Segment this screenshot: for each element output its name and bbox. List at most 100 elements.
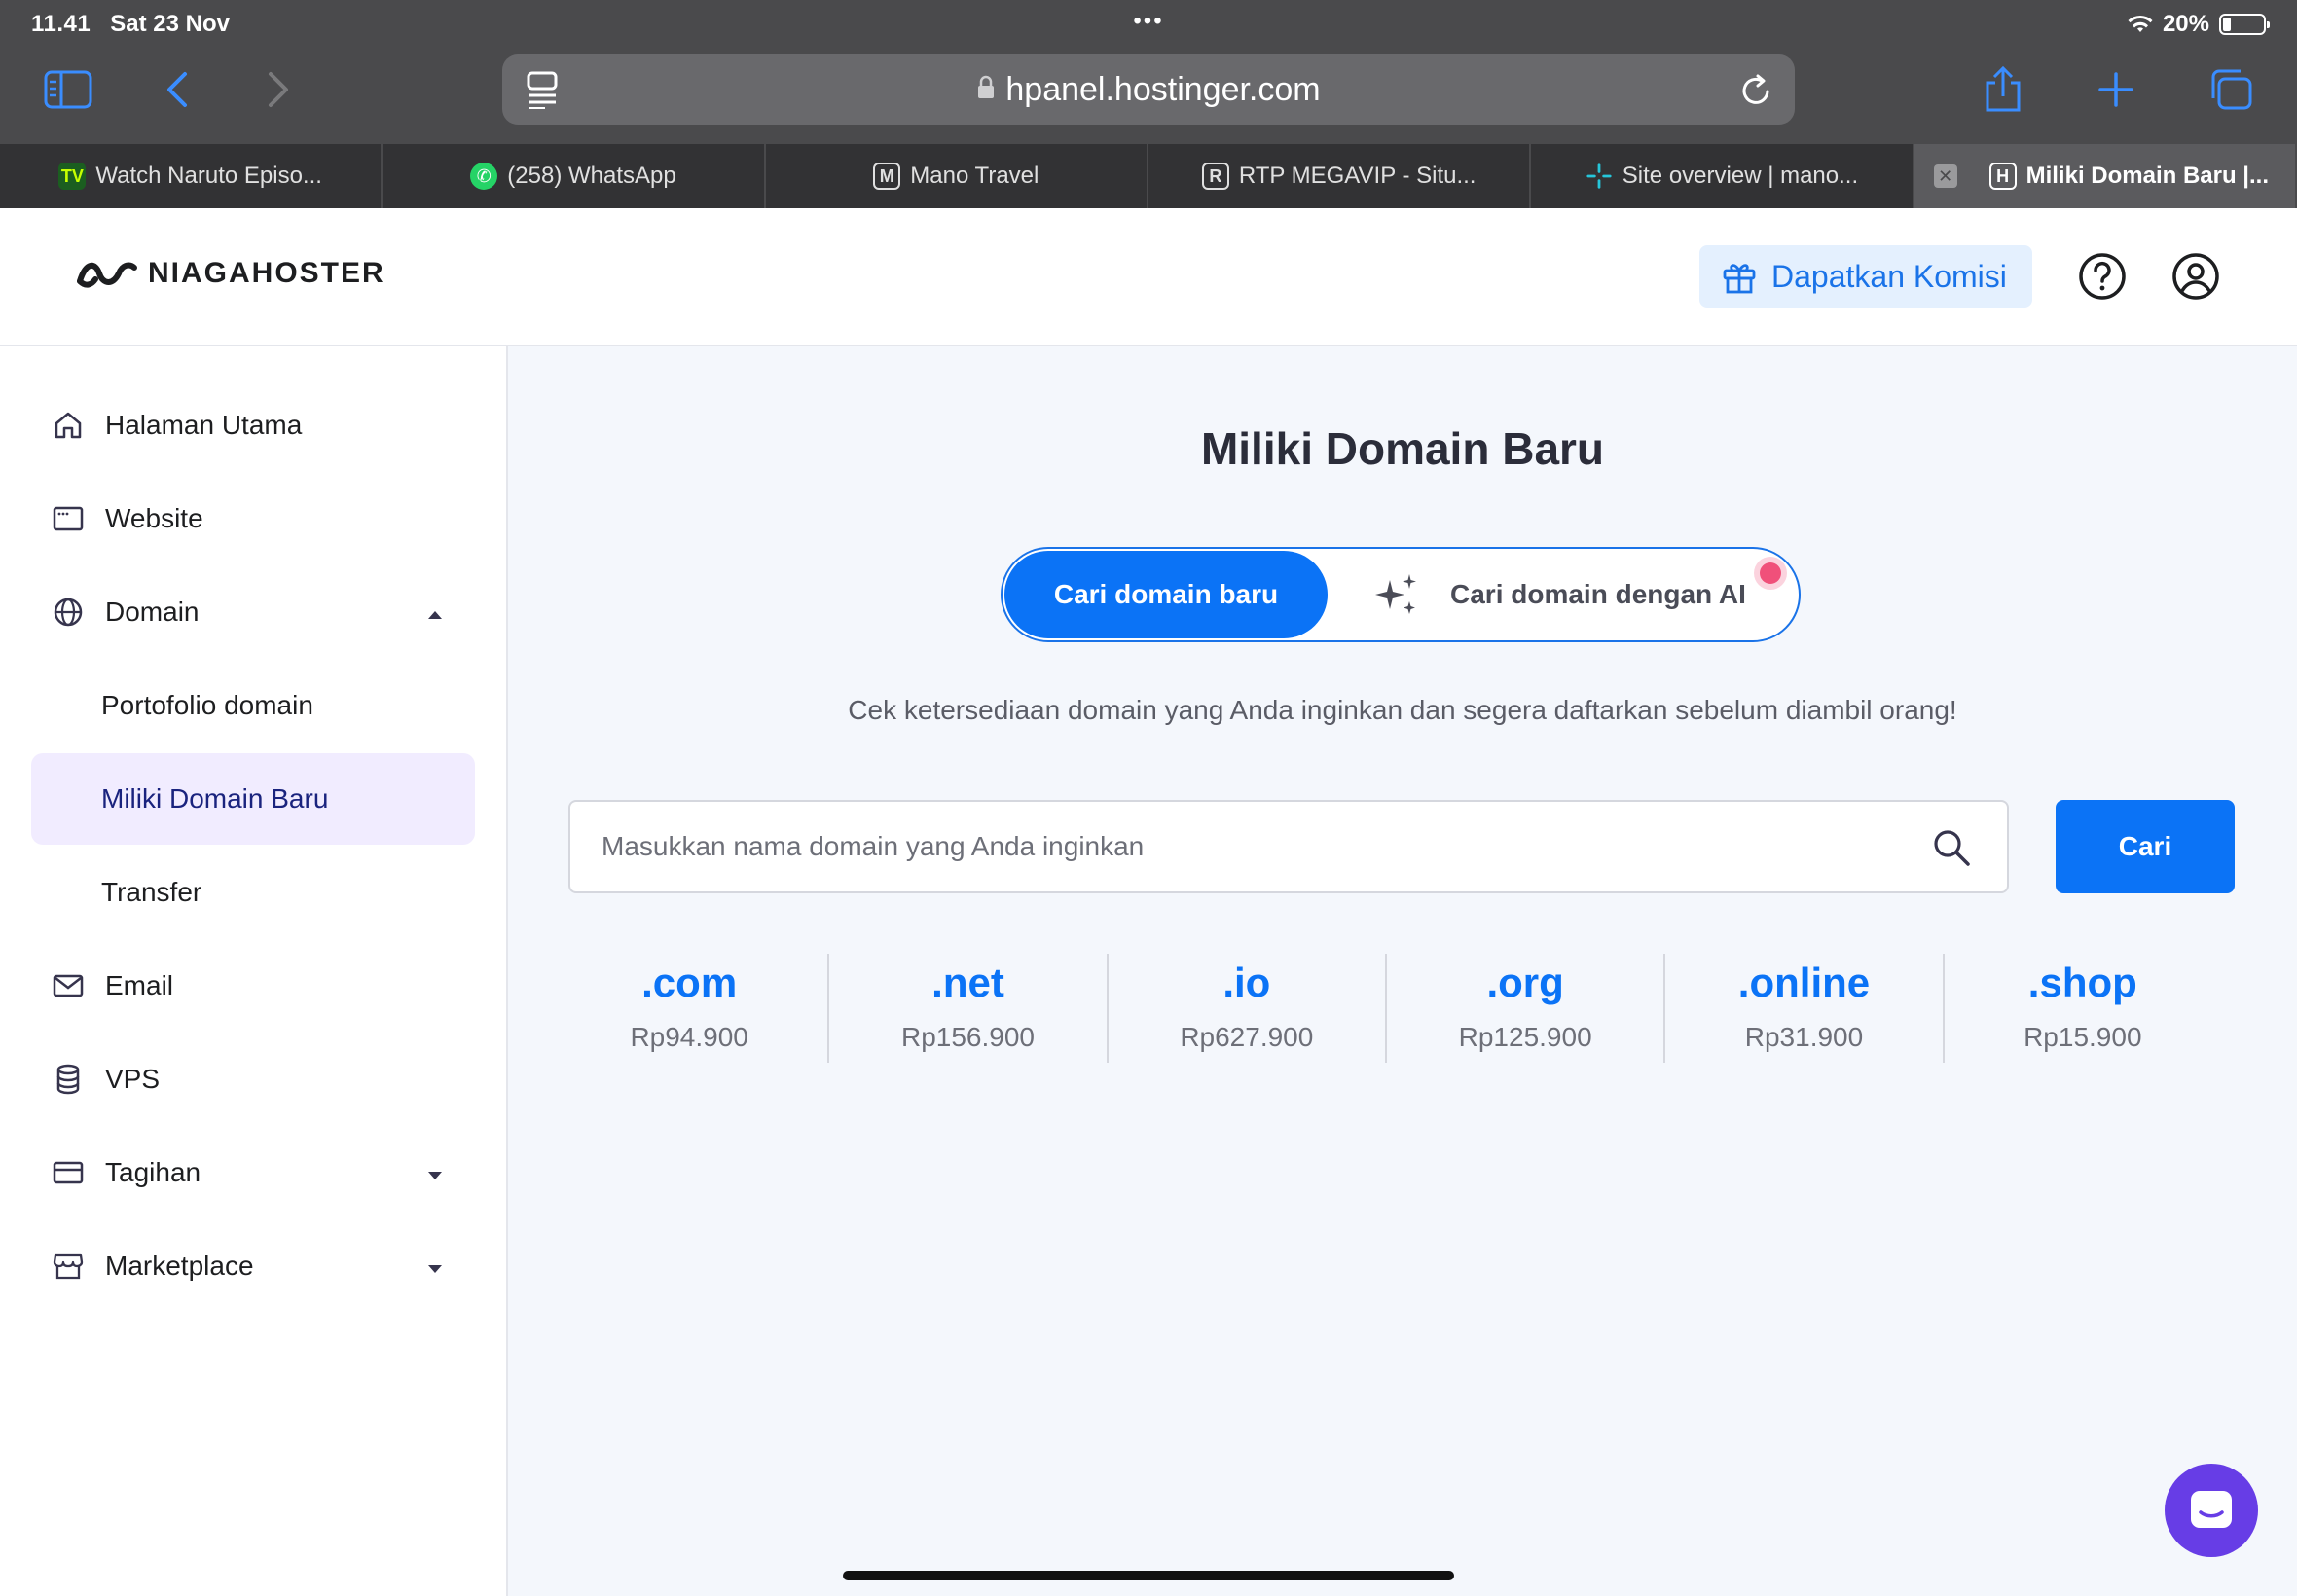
sidebar-item-label: Halaman Utama bbox=[105, 410, 303, 440]
main-content: Miliki Domain Baru Cari domain baru Cari… bbox=[508, 346, 2297, 1596]
reader-icon[interactable] bbox=[526, 70, 559, 118]
browser-tab[interactable]: M Mano Travel bbox=[766, 144, 1148, 208]
niagahoster-logo-icon bbox=[77, 262, 137, 288]
forward-icon[interactable] bbox=[251, 62, 306, 117]
tld-price: Rp156.900 bbox=[900, 1022, 1035, 1052]
niagahoster-logo[interactable]: NIAGAHOSTER bbox=[76, 257, 385, 290]
domain-search-input[interactable]: Masukkan nama domain yang Anda inginkan bbox=[568, 800, 2009, 893]
help-icon[interactable] bbox=[2075, 249, 2130, 304]
tld-extension: .online bbox=[1737, 960, 1871, 1005]
cari-domain-ai-tab[interactable]: Cari domain dengan AI bbox=[1372, 551, 1746, 638]
sidebar-item-portofolio-domain[interactable]: Portofolio domain bbox=[31, 660, 475, 751]
sidebar-item-domain[interactable]: Domain bbox=[31, 566, 475, 658]
chevron-down-icon bbox=[426, 1157, 444, 1188]
store-icon bbox=[51, 1249, 86, 1284]
tld-item[interactable]: .shop Rp15.900 bbox=[1945, 954, 2221, 1063]
card-icon bbox=[51, 1155, 86, 1190]
account-icon[interactable] bbox=[2169, 249, 2223, 304]
browser-tab-active[interactable]: ✕ H Miliki Domain Baru |... bbox=[1914, 144, 2297, 208]
sidebar-item-vps[interactable]: VPS bbox=[31, 1034, 475, 1125]
notification-dot bbox=[1760, 562, 1781, 584]
browser-tab[interactable]: R RTP MEGAVIP - Situ... bbox=[1148, 144, 1532, 208]
back-icon[interactable] bbox=[150, 62, 204, 117]
tld-price: Rp31.900 bbox=[1744, 1022, 1864, 1052]
tab-label: Mano Travel bbox=[910, 163, 1039, 189]
cari-domain-baru-tab[interactable]: Cari domain baru bbox=[1004, 551, 1328, 638]
tld-price: Rp125.900 bbox=[1458, 1022, 1592, 1052]
status-date: Sat 23 Nov bbox=[110, 11, 230, 37]
sidebar-item-label: Marketplace bbox=[105, 1251, 254, 1281]
tld-extension: .shop bbox=[2027, 960, 2137, 1005]
search-mode-toggle: Cari domain baru Cari domain dengan AI bbox=[1001, 547, 1801, 642]
browser-tab[interactable]: ✆ (258) WhatsApp bbox=[383, 144, 766, 208]
tld-item[interactable]: .online Rp31.900 bbox=[1665, 954, 1945, 1063]
tld-item[interactable]: .org Rp125.900 bbox=[1387, 954, 1666, 1063]
lock-icon bbox=[976, 71, 996, 109]
new-tab-icon[interactable] bbox=[2089, 62, 2143, 117]
dapatkan-komisi-button[interactable]: Dapatkan Komisi bbox=[1699, 245, 2032, 308]
chevron-up-icon bbox=[426, 597, 444, 628]
home-indicator[interactable] bbox=[843, 1571, 1454, 1580]
sidebar-item-tagihan[interactable]: Tagihan bbox=[31, 1127, 475, 1218]
tab-label: Miliki Domain Baru |... bbox=[2025, 163, 2270, 189]
sidebar-item-label: Transfer bbox=[101, 877, 202, 907]
sidebar: Halaman Utama Website Domain Portofolio … bbox=[0, 346, 508, 1596]
komisi-label: Dapatkan Komisi bbox=[1771, 258, 2007, 294]
cari-button[interactable]: Cari bbox=[2056, 800, 2235, 893]
search-icon[interactable] bbox=[1931, 827, 1972, 875]
database-icon bbox=[51, 1062, 86, 1097]
url-text: hpanel.hostinger.com bbox=[1005, 70, 1321, 108]
sidebar-item-miliki-domain-baru[interactable]: Miliki Domain Baru bbox=[31, 753, 475, 845]
tld-item[interactable]: .net Rp156.900 bbox=[829, 954, 1109, 1063]
sidebar-toggle-icon[interactable] bbox=[41, 62, 95, 117]
close-tab-icon[interactable]: ✕ bbox=[1933, 164, 1957, 188]
sidebar-item-website[interactable]: Website bbox=[31, 473, 475, 564]
chevron-down-icon bbox=[426, 1251, 444, 1282]
tld-item[interactable]: .io Rp627.900 bbox=[1109, 954, 1387, 1063]
search-placeholder: Masukkan nama domain yang Anda inginkan bbox=[602, 831, 1145, 861]
tld-price: Rp627.900 bbox=[1180, 1022, 1314, 1052]
browser-chrome: 11.41 Sat 23 Nov ••• 20% hpanel.hostinge… bbox=[0, 0, 2297, 144]
reload-icon[interactable] bbox=[1738, 70, 1773, 118]
tld-item[interactable]: .com Rp94.900 bbox=[551, 954, 830, 1063]
wifi-icon bbox=[2128, 15, 2153, 32]
share-icon[interactable] bbox=[1976, 62, 2030, 117]
ai-tab-label: Cari domain dengan AI bbox=[1450, 579, 1746, 609]
sidebar-item-label: Domain bbox=[105, 597, 200, 627]
url-bar[interactable]: hpanel.hostinger.com bbox=[502, 54, 1795, 125]
tab-label: Site overview | mano... bbox=[1622, 163, 1859, 189]
page-subtitle: Cek ketersediaan domain yang Anda ingink… bbox=[848, 695, 1957, 725]
sidebar-item-label: Miliki Domain Baru bbox=[101, 783, 329, 814]
status-time: 11.41 bbox=[31, 11, 91, 37]
sidebar-item-transfer[interactable]: Transfer bbox=[31, 847, 475, 938]
sidebar-item-marketplace[interactable]: Marketplace bbox=[31, 1220, 475, 1312]
battery-icon bbox=[2219, 14, 2270, 35]
tab-overview-icon[interactable] bbox=[2204, 62, 2258, 117]
browser-tab-bar: TV Watch Naruto Episo... ✆ (258) WhatsAp… bbox=[0, 144, 2297, 208]
sidebar-item-halaman-utama[interactable]: Halaman Utama bbox=[31, 380, 475, 471]
spark-icon bbox=[1586, 163, 1613, 190]
sidebar-item-email[interactable]: Email bbox=[31, 940, 475, 1032]
sparkles-icon bbox=[1375, 574, 1416, 614]
chat-support-button[interactable] bbox=[2165, 1464, 2258, 1557]
browser-tab[interactable]: Site overview | mano... bbox=[1531, 144, 1914, 208]
app-header: NIAGAHOSTER Dapatkan Komisi bbox=[0, 208, 2297, 346]
whatsapp-icon: ✆ bbox=[470, 163, 498, 190]
tab-label: (258) WhatsApp bbox=[507, 163, 676, 189]
globe-icon bbox=[51, 595, 86, 630]
browser-tab[interactable]: TV Watch Naruto Episo... bbox=[0, 144, 383, 208]
tld-price: Rp94.900 bbox=[630, 1022, 748, 1052]
tld-extension: .net bbox=[931, 960, 1004, 1005]
page-title: Miliki Domain Baru bbox=[1200, 423, 1605, 474]
tld-extension: .io bbox=[1222, 960, 1271, 1005]
tab-label: Watch Naruto Episo... bbox=[95, 163, 322, 189]
tld-price: Rp15.900 bbox=[2024, 1022, 2142, 1052]
battery-percent: 20% bbox=[2162, 11, 2209, 37]
letter-h-icon: H bbox=[1988, 163, 2017, 190]
status-bar: 11.41 Sat 23 Nov ••• 20% bbox=[31, 8, 2270, 39]
sidebar-item-label: Email bbox=[105, 970, 174, 1000]
tld-extension: .org bbox=[1486, 960, 1564, 1005]
gift-icon bbox=[1723, 264, 1756, 294]
multitasking-dots-icon[interactable]: ••• bbox=[1133, 8, 1163, 35]
letter-m-icon: M bbox=[873, 163, 901, 190]
